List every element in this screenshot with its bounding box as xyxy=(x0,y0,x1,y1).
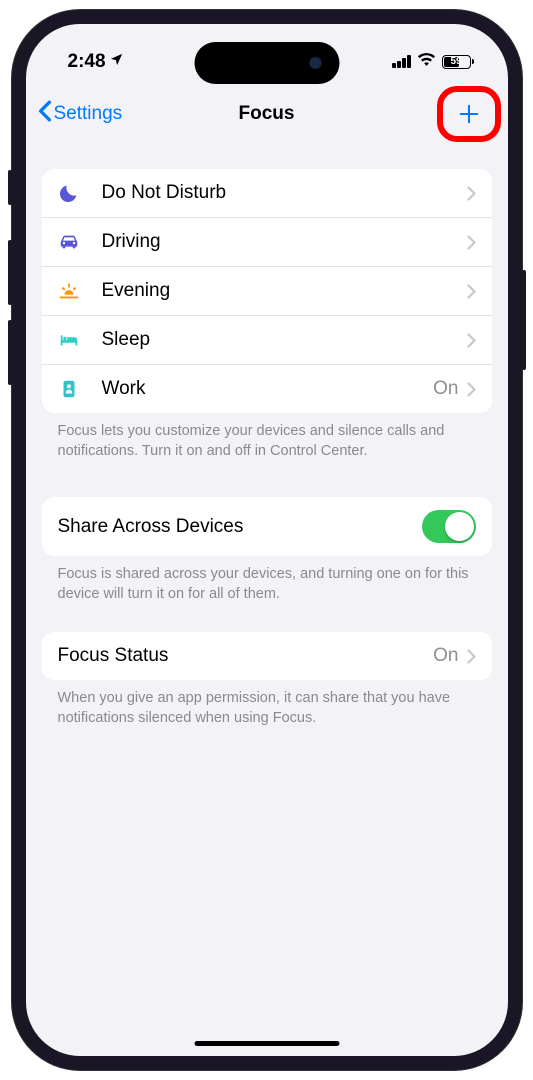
focus-row-do-not-disturb[interactable]: Do Not Disturb xyxy=(42,169,492,218)
row-label: Do Not Disturb xyxy=(102,182,467,204)
moon-icon xyxy=(58,182,88,204)
toggle-knob xyxy=(445,512,474,541)
home-indicator[interactable] xyxy=(194,1041,339,1047)
silent-switch xyxy=(8,170,12,205)
focus-status-value: On xyxy=(433,645,458,667)
bed-icon xyxy=(58,329,88,351)
screen: 2:48 xyxy=(26,24,508,1056)
add-button[interactable] xyxy=(446,91,492,137)
row-label: Driving xyxy=(102,231,467,253)
badge-icon xyxy=(58,378,88,400)
status-right: 59 xyxy=(392,52,474,71)
battery-percent: 59 xyxy=(450,56,461,67)
back-label: Settings xyxy=(54,103,123,125)
camera-dot xyxy=(309,57,321,69)
annotation-highlight xyxy=(437,86,501,142)
row-label: Work xyxy=(102,378,434,400)
volume-down-button xyxy=(8,320,12,385)
row-detail: On xyxy=(433,378,458,400)
back-chevron-icon xyxy=(38,100,52,128)
focus-row-driving[interactable]: Driving xyxy=(42,218,492,267)
time-text: 2:48 xyxy=(68,51,106,73)
back-button[interactable]: Settings xyxy=(38,100,123,128)
chevron-right-icon xyxy=(467,382,476,397)
wifi-icon xyxy=(417,52,436,71)
car-icon xyxy=(58,231,88,253)
location-icon xyxy=(109,51,124,73)
focus-row-work[interactable]: Work On xyxy=(42,365,492,413)
chevron-right-icon xyxy=(467,649,476,664)
content-area: Do Not Disturb Driving xyxy=(26,151,508,746)
focus-status-group: Focus Status On xyxy=(42,632,492,680)
share-label: Share Across Devices xyxy=(58,516,422,538)
share-group: Share Across Devices xyxy=(42,497,492,556)
cellular-icon xyxy=(392,55,411,68)
dynamic-island xyxy=(194,42,339,84)
chevron-right-icon xyxy=(467,333,476,348)
focus-list-footer-text: Focus lets you customize your devices an… xyxy=(42,413,492,461)
nav-bar: Settings Focus xyxy=(26,79,508,151)
focus-status-label: Focus Status xyxy=(58,645,434,667)
status-time: 2:48 xyxy=(68,51,124,73)
page-title: Focus xyxy=(239,103,295,125)
chevron-right-icon xyxy=(467,235,476,250)
sunset-icon xyxy=(58,280,88,302)
phone-frame: 2:48 xyxy=(12,10,522,1070)
row-label: Sleep xyxy=(102,329,467,351)
power-button xyxy=(522,270,526,370)
focus-row-sleep[interactable]: Sleep xyxy=(42,316,492,365)
row-label: Evening xyxy=(102,280,467,302)
share-footer-text: Focus is shared across your devices, and… xyxy=(42,556,492,604)
volume-up-button xyxy=(8,240,12,305)
share-across-devices-row: Share Across Devices xyxy=(42,497,492,556)
focus-status-footer-text: When you give an app permission, it can … xyxy=(42,680,492,728)
focus-status-row[interactable]: Focus Status On xyxy=(42,632,492,680)
share-toggle[interactable] xyxy=(422,510,476,543)
focus-row-evening[interactable]: Evening xyxy=(42,267,492,316)
battery-icon: 59 xyxy=(442,55,474,69)
chevron-right-icon xyxy=(467,284,476,299)
focus-list-group: Do Not Disturb Driving xyxy=(42,169,492,413)
chevron-right-icon xyxy=(467,186,476,201)
